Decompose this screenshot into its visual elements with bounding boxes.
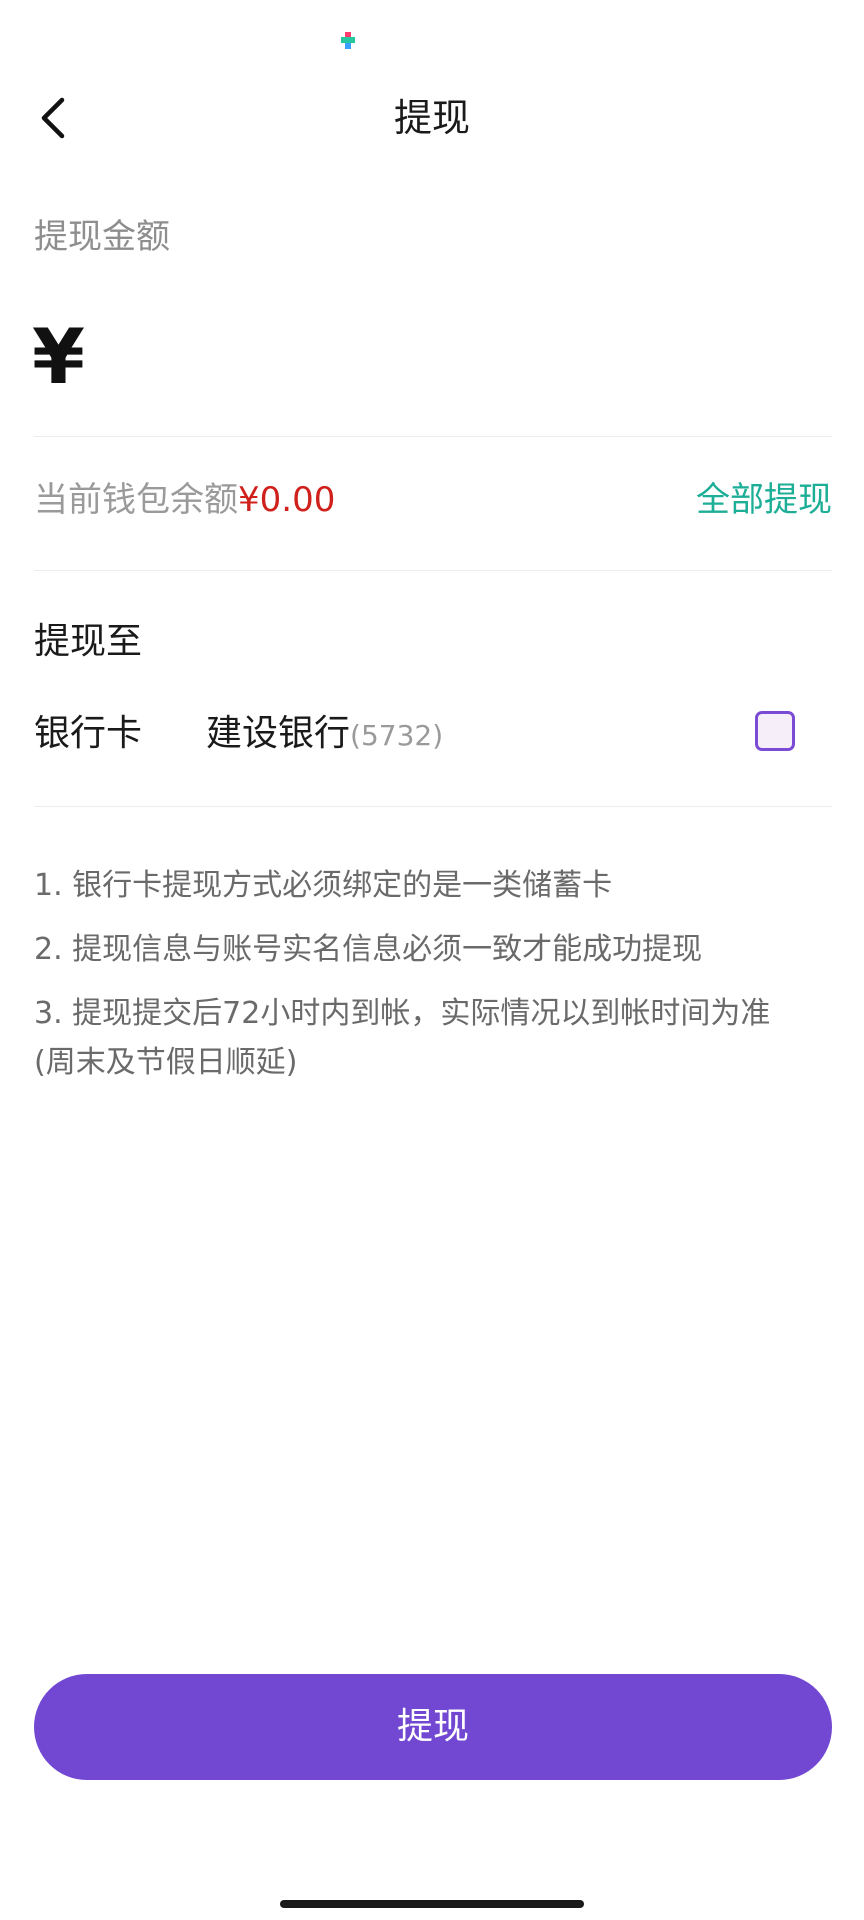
bank-card-checkbox[interactable]	[755, 711, 795, 751]
withdraw-all-link[interactable]: 全部提现	[696, 477, 832, 523]
withdraw-amount-input[interactable]	[110, 318, 834, 400]
wallet-balance-row: 当前钱包余额¥0.00	[34, 477, 335, 523]
withdraw-amount-label: 提现金额	[34, 217, 170, 257]
divider	[34, 570, 832, 571]
withdraw-to-label: 提现至	[34, 621, 143, 662]
home-indicator[interactable]	[280, 1900, 584, 1908]
wallet-balance-amount: ¥0.00	[238, 480, 336, 520]
currency-symbol: ¥	[32, 312, 85, 401]
wallet-balance-label: 当前钱包余额	[34, 480, 238, 520]
navigation-header: 提现	[0, 80, 864, 156]
divider	[34, 436, 832, 437]
rule-item: 2. 提现信息与账号实名信息必须一致才能成功提现	[34, 932, 703, 967]
card-tail-number: (5732)	[350, 719, 444, 752]
bank-name: 建设银行	[206, 713, 351, 754]
payout-method-label: 银行卡	[34, 713, 143, 754]
app-notification-icon	[341, 32, 355, 50]
submit-withdraw-button[interactable]: 提现	[34, 1674, 832, 1780]
bank-card-option[interactable]: 建设银行(5732)	[206, 710, 443, 760]
withdraw-rules: 1. 银行卡提现方式必须绑定的是一类储蓄卡 2. 提现信息与账号实名信息必须一致…	[34, 854, 834, 1090]
page-title: 提现	[393, 96, 470, 140]
rule-item: 1. 银行卡提现方式必须绑定的是一类储蓄卡	[34, 868, 613, 903]
divider	[34, 806, 832, 807]
